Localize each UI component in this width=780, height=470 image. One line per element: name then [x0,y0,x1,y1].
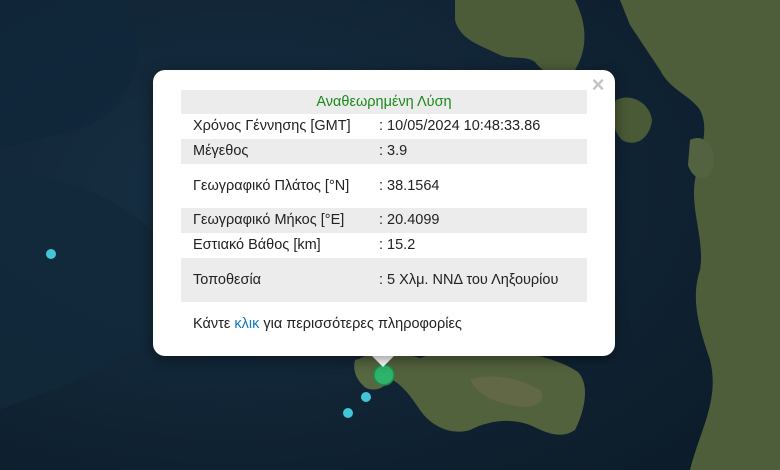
row-value-origin-time: : 10/05/2024 10:48:33.86 [379,118,541,134]
title-row: Αναθεωρημένη Λύση [181,90,587,114]
row-label-magnitude: Μέγεθος [181,139,373,164]
popup-title: Αναθεωρημένη Λύση [181,90,587,114]
row-value-magnitude: : 3.9 [373,139,587,164]
earthquake-marker-main[interactable] [373,364,395,386]
info-table: Αναθεωρημένη Λύση Χρόνος Γέννησης [GMT] … [181,90,587,302]
earthquake-marker-small[interactable] [46,249,56,259]
row-label-location: Τοποθεσία [181,258,373,302]
more-info-prefix: Κάντε [193,316,235,332]
info-popup: × Αναθεωρημένη Λύση Χρόνος Γέννησης [GMT… [153,70,615,356]
more-info-line: Κάντε κλικ για περισσότερες πληροφορίες [193,316,462,332]
row-label-depth: Εστιακό Βάθος [km] [193,237,321,253]
table-row: Τοποθεσία : 5 Χλμ. ΝΝΔ του Ληξουρίου [181,258,587,302]
table-row: Χρόνος Γέννησης [GMT] : 10/05/2024 10:48… [181,114,587,139]
row-label-origin-time: Χρόνος Γέννησης [GMT] [193,118,351,134]
more-info-link[interactable]: κλικ [234,316,259,332]
table-row: Γεωγραφικό Πλάτος [°N] : 38.1564 [181,164,587,208]
table-row: Γεωγραφικό Μήκος [°E] : 20.4099 [181,208,587,233]
row-label-latitude: Γεωγραφικό Πλάτος [°N] [193,177,350,194]
row-label-longitude: Γεωγραφικό Μήκος [°E] [181,208,373,233]
table-row: Μέγεθος : 3.9 [181,139,587,164]
table-row: Εστιακό Βάθος [km] : 15.2 [181,233,587,258]
row-value-depth: : 15.2 [379,237,416,253]
row-value-location: : 5 Χλμ. ΝΝΔ του Ληξουρίου [373,258,587,302]
close-icon[interactable]: × [589,74,607,96]
earthquake-marker-small[interactable] [343,408,353,418]
row-value-latitude: : 38.1564 [379,177,440,194]
more-info-suffix: για περισσότερες πληροφορίες [259,316,462,332]
row-value-longitude: : 20.4099 [373,208,587,233]
earthquake-marker-small[interactable] [361,392,371,402]
